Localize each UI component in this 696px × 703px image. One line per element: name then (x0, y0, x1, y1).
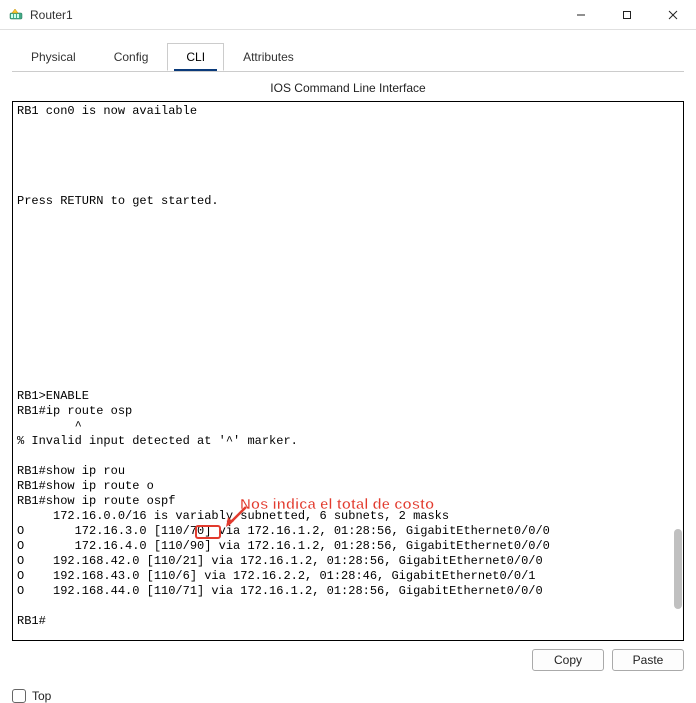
content: Physical Config CLI Attributes IOS Comma… (0, 30, 696, 679)
title-bar: Router1 (0, 0, 696, 30)
tab-physical[interactable]: Physical (12, 43, 95, 71)
minimize-button[interactable] (558, 0, 604, 30)
tab-config[interactable]: Config (95, 43, 168, 71)
tabs: Physical Config CLI Attributes (12, 43, 684, 72)
window-title: Router1 (30, 8, 73, 22)
paste-button[interactable]: Paste (612, 649, 684, 671)
top-checkbox[interactable] (12, 689, 26, 703)
tab-cli[interactable]: CLI (167, 43, 224, 71)
title-left: Router1 (8, 7, 73, 23)
scrollbar-track (674, 103, 682, 639)
maximize-button[interactable] (604, 0, 650, 30)
cli-button-row: Copy Paste (12, 649, 684, 671)
tab-attributes[interactable]: Attributes (224, 43, 313, 71)
app-icon (8, 7, 24, 23)
window-controls (558, 0, 696, 30)
cli-header: IOS Command Line Interface (12, 71, 684, 101)
top-label: Top (32, 689, 51, 703)
copy-button[interactable]: Copy (532, 649, 604, 671)
scrollbar-thumb[interactable] (674, 529, 682, 609)
cli-output: RB1 con0 is now available Press RETURN t… (13, 102, 683, 631)
top-option: Top (0, 679, 696, 703)
cli-box-wrap: RB1 con0 is now available Press RETURN t… (12, 101, 684, 641)
cli-terminal[interactable]: RB1 con0 is now available Press RETURN t… (12, 101, 684, 641)
close-button[interactable] (650, 0, 696, 30)
